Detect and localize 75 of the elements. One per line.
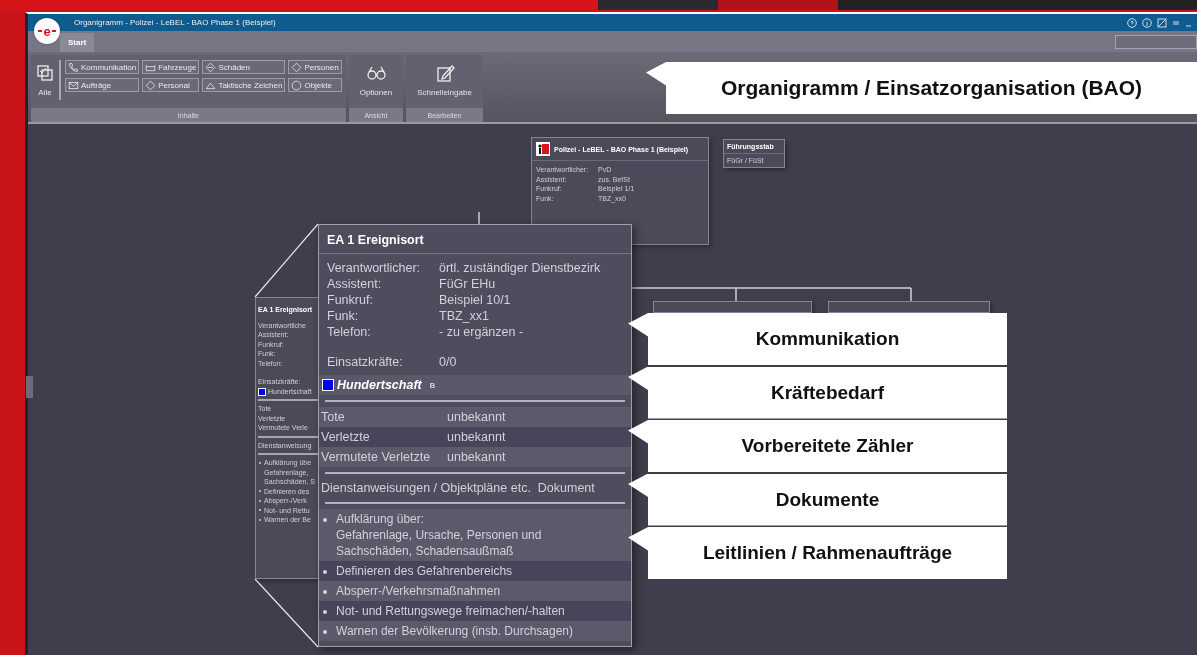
- counter-value: unbekannt: [447, 429, 507, 445]
- unit-suffix: B: [429, 380, 436, 390]
- police-icon: [536, 142, 550, 156]
- filter-button[interactable]: Objekte: [288, 78, 342, 92]
- callout-label: Organigramm / Einsatzorganisation (BAO): [646, 62, 1197, 114]
- bullet-icon: [323, 570, 327, 574]
- field-value: TBZ_xx1: [439, 308, 490, 324]
- phone-icon: [68, 61, 79, 73]
- bullet-icon: [323, 518, 327, 522]
- info-icon[interactable]: [1142, 17, 1152, 28]
- app-logo: e: [34, 18, 60, 44]
- field-label: Funk:: [327, 308, 360, 324]
- diamond-icon: [205, 61, 217, 73]
- filter-button[interactable]: Personen: [288, 60, 342, 74]
- bullet-icon: [323, 610, 327, 614]
- task-text: Definieren des Gefahrenbereichs: [336, 563, 513, 579]
- bullet-icon: [323, 630, 327, 634]
- counter-label: Vermutete Verletzte: [321, 449, 432, 465]
- field-value: Beispiel 10/1: [439, 292, 512, 308]
- org-node[interactable]: [255, 297, 321, 579]
- task-text: Sachschäden, Schadensaußmaß: [336, 543, 515, 559]
- org-node[interactable]: [828, 301, 990, 313]
- field-label: Verantwortlicher:: [327, 260, 422, 276]
- help-icon[interactable]: [1127, 17, 1137, 28]
- filter-button[interactable]: Aufträge: [65, 78, 140, 92]
- ribbon-tab[interactable]: Start: [60, 33, 95, 52]
- field-value: örtl. zuständiger Dienstbezirk: [439, 260, 602, 276]
- envelope-icon: [68, 79, 79, 91]
- callout-label: Leitlinien / Rahmenaufträge: [628, 527, 1007, 579]
- org-node[interactable]: [653, 301, 812, 313]
- field-label: Assistent:: [327, 276, 383, 292]
- task-text: Gefahrenlage, Ursache, Personen und: [336, 527, 542, 543]
- ribbon-button[interactable]: Alle: [35, 60, 61, 100]
- connector-line: [478, 211, 480, 225]
- field-label: Telefon:: [327, 324, 372, 340]
- search-field[interactable]: [1115, 35, 1197, 49]
- field-label: Funkruf:: [327, 292, 374, 308]
- counter-value: unbekannt: [447, 449, 507, 465]
- task-text: Warnen der Bevölkerung (insb. Durchsagen): [336, 623, 573, 639]
- diamond-icon: [291, 61, 303, 73]
- task-text: Absperr-/Verkehrsmaßnahmen: [336, 583, 501, 599]
- diamond-icon: [145, 79, 157, 91]
- collapse-handle[interactable]: [26, 376, 33, 398]
- layers-icon: [35, 63, 55, 83]
- counter-value: unbekannt: [447, 409, 507, 425]
- task-text: Not- und Rettungswege freimachen/-halten: [336, 603, 565, 619]
- bullet-icon: [323, 590, 327, 594]
- ribbon-button[interactable]: Schnelleingabe: [410, 60, 479, 100]
- window-title: Organigramm - Polizei - LeBEL - BAO Phase 1 (Beispiel): [74, 18, 276, 27]
- callout-label: Dokumente: [628, 473, 1007, 526]
- filter-button[interactable]: Schäden: [202, 60, 286, 74]
- filter-button[interactable]: Fahrzeuge: [142, 60, 200, 74]
- document-label: Dienstanweisungen / Objektpläne etc.: [321, 481, 531, 495]
- circle-icon: [291, 79, 303, 91]
- expand-icon[interactable]: [1157, 17, 1167, 28]
- callout-label: Kommunikation: [628, 313, 1007, 365]
- unit-row[interactable]: Hundertschaft B: [319, 375, 631, 395]
- field-value: - zu ergänzen -: [439, 324, 525, 340]
- counter-label: Tote: [321, 409, 346, 425]
- popup-title: EA 1 Ereignisort: [319, 225, 631, 254]
- filter-button[interactable]: Taktische Zeichen: [202, 78, 286, 92]
- callout-label: Kräftebedarf: [628, 366, 1007, 419]
- ribbon-button[interactable]: Optionen: [352, 60, 400, 100]
- edit-icon: [434, 63, 455, 83]
- document-link[interactable]: Dokument: [537, 481, 595, 495]
- task-text: Aufklärung über:: [336, 511, 426, 527]
- field-value: FüGr EHu: [439, 276, 497, 292]
- filter-button[interactable]: Kommunikation: [65, 60, 140, 74]
- counter-label: Verletzte: [321, 429, 371, 445]
- leader-line: [254, 578, 319, 648]
- unit-name: Hundertschaft: [337, 378, 422, 392]
- field-value: 0/0: [439, 354, 458, 370]
- field-label: Einsatzkräfte:: [327, 354, 404, 370]
- filter-button[interactable]: Personal: [142, 78, 200, 92]
- callout-label: Vorbereitete Zähler: [628, 420, 1007, 472]
